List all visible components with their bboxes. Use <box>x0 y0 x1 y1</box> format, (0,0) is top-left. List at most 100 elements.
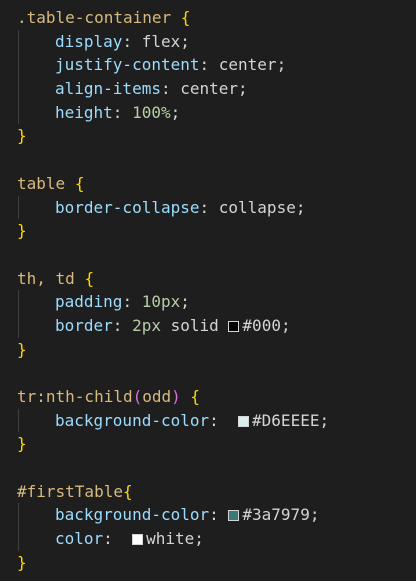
indent-guide <box>18 527 19 551</box>
css-value-number: 2px <box>132 315 161 335</box>
code-line[interactable]: } <box>0 432 416 456</box>
code-line[interactable] <box>0 148 416 172</box>
css-value-number: 100% <box>132 102 171 122</box>
code-line[interactable]: #firstTable{ <box>0 480 416 504</box>
css-selector: #firstTable <box>17 481 123 501</box>
code-line[interactable]: table { <box>0 172 416 196</box>
code-line-content: } <box>17 221 27 240</box>
code-line[interactable]: } <box>0 219 416 243</box>
code-punctuation: ; <box>238 79 248 99</box>
indent-guide <box>18 29 19 54</box>
code-punctuation: ; <box>194 529 204 549</box>
code-punctuation: : <box>112 315 133 335</box>
code-line[interactable]: display: flex; <box>0 29 416 54</box>
code-punctuation: ; <box>180 31 190 51</box>
css-property: padding <box>55 292 123 312</box>
code-punctuation <box>75 269 85 288</box>
code-line[interactable] <box>0 456 416 480</box>
code-line[interactable]: background-color: #D6EEEE; <box>0 408 416 433</box>
code-line-content: padding: 10px; <box>17 292 190 311</box>
code-punctuation: ; <box>180 292 190 312</box>
code-line-content: background-color: #3a7979; <box>17 505 319 524</box>
code-line[interactable]: } <box>0 124 416 148</box>
code-punctuation <box>181 387 191 406</box>
code-punctuation: ; <box>295 197 306 217</box>
code-line-content: height: 100%; <box>17 103 180 122</box>
code-line[interactable]: .table-container { <box>0 6 416 30</box>
open-brace: { <box>180 8 191 27</box>
indent-guide <box>18 313 19 338</box>
code-punctuation: ( <box>132 387 143 406</box>
code-punctuation <box>65 174 75 193</box>
code-punctuation: : <box>209 410 229 430</box>
css-selector: th, td <box>17 268 75 288</box>
close-brace: } <box>17 552 27 572</box>
close-brace: } <box>17 434 27 454</box>
css-value: flex <box>141 31 181 51</box>
code-line[interactable] <box>0 243 416 267</box>
code-punctuation: : <box>112 102 133 122</box>
code-line[interactable]: color: white; <box>0 527 416 551</box>
color-swatch-icon[interactable] <box>228 320 240 332</box>
indent-guide <box>18 503 19 528</box>
css-value: center <box>180 79 239 99</box>
code-line-content: } <box>17 126 27 145</box>
open-brace: { <box>84 268 95 288</box>
code-line-content: align-items: center; <box>17 79 248 98</box>
code-punctuation: : <box>199 197 219 217</box>
code-line[interactable]: height: 100%; <box>0 100 416 125</box>
css-property: align-items <box>55 79 161 99</box>
css-property: justify-content <box>55 55 200 75</box>
code-line[interactable]: justify-content: center; <box>0 53 416 78</box>
color-swatch-icon[interactable] <box>238 415 250 427</box>
code-punctuation: : <box>122 292 142 312</box>
indent-guide <box>18 290 19 314</box>
indent-guide <box>18 408 19 433</box>
code-line[interactable] <box>0 361 416 385</box>
code-line-content: display: flex; <box>17 32 190 51</box>
css-property: border <box>55 315 113 335</box>
css-value-color: #D6EEEE <box>252 410 320 430</box>
code-line-content: } <box>17 340 27 359</box>
css-selector: tr:nth-child <box>17 387 133 406</box>
css-selector: .table-container <box>17 8 172 27</box>
code-punctuation: : <box>199 55 219 75</box>
open-brace: { <box>74 173 85 193</box>
code-line[interactable]: align-items: center; <box>0 77 416 101</box>
css-value: center <box>218 55 277 75</box>
code-line-content: border-collapse: collapse; <box>17 198 305 217</box>
code-punctuation: : <box>122 31 142 51</box>
code-line[interactable]: background-color: #3a7979; <box>0 503 416 528</box>
code-punctuation <box>171 8 181 27</box>
css-selector-argument: odd <box>142 387 172 406</box>
code-line[interactable]: padding: 10px; <box>0 290 416 314</box>
code-line[interactable]: border-collapse: collapse; <box>0 195 416 220</box>
code-line[interactable]: th, td { <box>0 267 416 291</box>
close-brace: } <box>17 221 27 241</box>
color-swatch-icon[interactable] <box>132 534 144 546</box>
code-line-content: justify-content: center; <box>17 55 286 74</box>
code-line-content: border: 2px solid #000; <box>17 316 291 335</box>
code-punctuation <box>228 411 238 430</box>
close-brace: } <box>17 126 27 146</box>
code-editor[interactable]: .table-container { display: flex; justify-… <box>0 0 416 581</box>
code-line-content: } <box>17 553 27 572</box>
css-property: color <box>55 529 104 549</box>
code-punctuation: ; <box>276 55 287 75</box>
code-line-content: table { <box>17 174 84 193</box>
code-line-content: background-color: #D6EEEE; <box>17 411 329 430</box>
code-punctuation: : <box>103 529 123 549</box>
css-property: height <box>55 102 113 122</box>
code-line[interactable]: } <box>0 338 416 362</box>
code-punctuation: ; <box>170 102 181 122</box>
code-punctuation: ) <box>171 387 181 406</box>
code-line[interactable]: } <box>0 551 416 575</box>
code-line[interactable]: border: 2px solid #000; <box>0 313 416 338</box>
color-swatch-icon[interactable] <box>228 510 240 522</box>
open-brace: { <box>122 481 133 501</box>
code-punctuation: : <box>209 505 229 525</box>
code-punctuation <box>161 316 171 335</box>
css-property: border-collapse <box>55 197 200 217</box>
code-line[interactable]: tr:nth-child(odd) { <box>0 385 416 409</box>
code-punctuation: : <box>160 79 181 99</box>
